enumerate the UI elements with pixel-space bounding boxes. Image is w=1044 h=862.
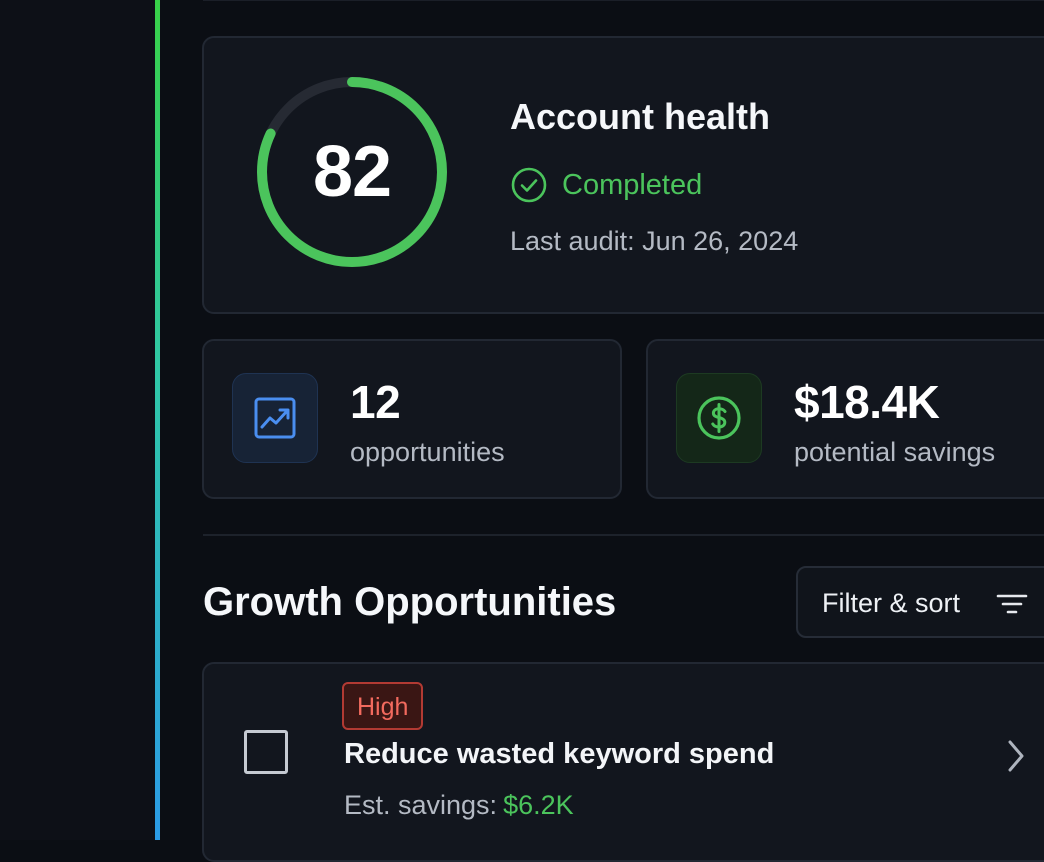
status-label: Completed — [562, 168, 703, 201]
account-health-title: Account health — [510, 96, 771, 137]
last-audit-text: Last audit: Jun 26, 2024 — [510, 226, 799, 256]
health-score-gauge: 82 — [252, 72, 452, 272]
top-divider — [203, 0, 1044, 1]
potential-savings-label: potential savings — [794, 437, 996, 467]
section-title: Growth Opportunities — [203, 580, 617, 624]
dollar-circle-icon — [697, 396, 741, 440]
opportunity-title: Reduce wasted keyword spend — [344, 738, 775, 770]
account-health-card: 82 Account health Completed Last audit: … — [202, 36, 1044, 314]
trending-up-chart-icon — [254, 397, 296, 439]
estimated-savings-label: Est. savings: — [344, 790, 498, 820]
sidebar-panel — [0, 0, 155, 840]
stat-icon-container — [676, 373, 762, 463]
stat-icon-container — [232, 373, 318, 463]
priority-badge: High — [342, 682, 424, 730]
filter-lines-icon — [996, 594, 1028, 614]
opportunities-label: opportunities — [350, 437, 505, 467]
status-row: Completed — [510, 166, 702, 204]
section-divider — [203, 534, 1044, 536]
opportunities-count: 12 — [350, 376, 401, 428]
opportunities-stat-card[interactable]: 12 opportunities — [202, 339, 622, 499]
chevron-right-icon[interactable] — [1004, 738, 1028, 774]
savings-stat-card[interactable]: $18.4K potential savings — [646, 339, 1044, 499]
filter-sort-label: Filter & sort — [822, 588, 961, 618]
opportunity-list-item[interactable]: High Reduce wasted keyword spend Est. sa… — [202, 662, 1044, 862]
health-score-value: 82 — [312, 132, 392, 212]
potential-savings-value: $18.4K — [794, 376, 940, 428]
check-circle-icon — [511, 167, 547, 203]
opportunity-savings: Est. savings: $6.2K — [344, 790, 574, 821]
estimated-savings-value: $6.2K — [503, 790, 574, 820]
filter-sort-button[interactable]: Filter & sort — [796, 566, 1044, 638]
sidebar-accent-bar — [155, 0, 160, 840]
opportunity-checkbox[interactable] — [244, 730, 288, 774]
